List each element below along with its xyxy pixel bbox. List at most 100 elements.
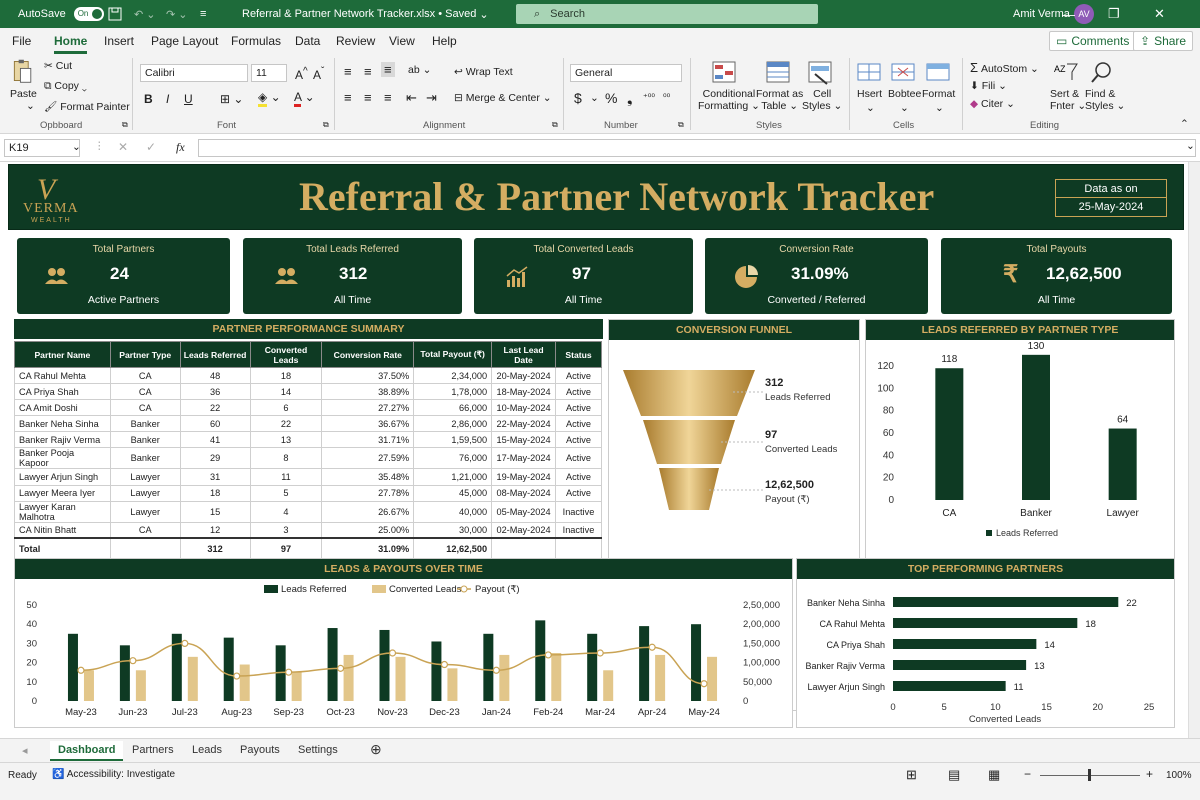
table-cell[interactable]: 31.71% xyxy=(321,431,415,449)
decrease-decimal-icon[interactable]: ⁰⁰ xyxy=(663,92,670,103)
table-cell[interactable]: 2,86,000 xyxy=(413,415,493,433)
zoom-slider-thumb[interactable] xyxy=(1088,769,1091,781)
table-row[interactable]: CA Amit Doshi CA 22 6 27.27% 66,000 10-May-202… xyxy=(14,399,603,417)
table-total-row[interactable]: Total 312 97 31.09% 12,62,500 xyxy=(14,537,603,559)
table-cell[interactable]: 14 xyxy=(249,383,323,401)
table-cell[interactable]: 38.89% xyxy=(321,383,415,401)
table-cell[interactable]: Banker Rajiv Verma xyxy=(14,431,111,449)
table-cell[interactable]: 10-May-2024 xyxy=(491,399,556,417)
table-cell[interactable]: 66,000 xyxy=(413,399,493,417)
table-cell[interactable]: 17-May-2024 xyxy=(491,447,556,470)
table-cell[interactable]: 27.78% xyxy=(321,484,415,502)
dropdown-icon[interactable]: ⌄ xyxy=(866,102,875,114)
table-cell[interactable]: Lawyer xyxy=(109,500,181,523)
table-cell[interactable]: 25.00% xyxy=(321,521,415,539)
fill-button[interactable]: ⬇ Fili ⌄ xyxy=(970,80,1007,92)
namebox-dropdown-icon[interactable]: ⌄ xyxy=(72,141,81,153)
increase-font-icon[interactable]: A^ xyxy=(295,66,308,82)
table-total-cell[interactable]: Total xyxy=(14,537,111,559)
tab-review[interactable]: Review xyxy=(336,34,375,48)
table-cell[interactable]: 4 xyxy=(249,500,323,523)
table-cell[interactable]: 27.27% xyxy=(321,399,415,417)
insert-cells-icon[interactable] xyxy=(856,60,882,86)
table-cell[interactable]: 1,21,000 xyxy=(413,468,493,486)
align-left-icon[interactable]: ≡ xyxy=(344,90,352,105)
share-button[interactable]: ⇪ Share xyxy=(1133,31,1194,51)
sort-filter-button[interactable]: Sert & Fnter ⌄ xyxy=(1050,88,1086,112)
table-cell[interactable]: Active xyxy=(554,383,603,401)
table-cell[interactable]: 60 xyxy=(179,415,251,433)
customize-qat-icon[interactable]: ≡ xyxy=(200,0,206,28)
table-row[interactable]: Lawyer Karan Malhotra Lawyer 15 4 26.67% 40,0… xyxy=(14,500,603,523)
table-total-cell[interactable] xyxy=(491,537,556,559)
fill-color-icon[interactable]: ◈ ⌄ xyxy=(258,90,281,107)
dropdown-icon[interactable]: ⌄ xyxy=(935,102,944,114)
table-cell[interactable]: Banker xyxy=(109,431,181,449)
cancel-icon[interactable]: ✕ xyxy=(118,140,128,154)
table-cell[interactable]: Lawyer Meera Iyer xyxy=(14,484,111,502)
column-header[interactable]: Converted Leads xyxy=(249,341,323,368)
column-header[interactable]: Last Lead Date xyxy=(491,341,556,368)
table-row[interactable]: Lawyer Meera Iyer Lawyer 18 5 27.78% 45,000 08… xyxy=(14,484,603,502)
merge-center-button[interactable]: ⊟ Merge & Center ⌄ xyxy=(454,92,552,104)
table-cell[interactable]: 26.67% xyxy=(321,500,415,523)
table-total-cell[interactable] xyxy=(554,537,603,559)
find-select-button[interactable]: Find & Styles ⌄ xyxy=(1085,88,1125,112)
table-cell[interactable]: CA xyxy=(109,383,181,401)
paste-icon[interactable] xyxy=(10,58,36,84)
table-cell[interactable]: Inactive xyxy=(554,500,603,523)
table-total-cell[interactable]: 12,62,500 xyxy=(413,537,493,559)
collapse-ribbon-icon[interactable]: ⌃ xyxy=(1180,118,1189,130)
table-cell[interactable]: Lawyer xyxy=(109,468,181,486)
format-as-table-icon[interactable] xyxy=(765,60,791,86)
percent-icon[interactable]: % xyxy=(605,90,617,106)
currency-dropdown-icon[interactable]: ⌄ xyxy=(590,92,599,104)
minimize-icon[interactable]: — xyxy=(1062,0,1108,28)
table-cell[interactable]: 36.67% xyxy=(321,415,415,433)
bold-icon[interactable]: B xyxy=(144,92,153,106)
autosave-toggle[interactable]: On xyxy=(73,7,104,21)
scroll-left-icon[interactable]: ◂ xyxy=(14,741,36,761)
table-cell[interactable]: 8 xyxy=(249,447,323,470)
number-format-select[interactable]: General xyxy=(570,64,682,82)
table-cell[interactable]: 15-May-2024 xyxy=(491,431,556,449)
table-cell[interactable]: CA Priya Shah xyxy=(14,383,111,401)
table-cell[interactable]: 11 xyxy=(249,468,323,486)
sheet-tab-partners[interactable]: Partners xyxy=(124,741,182,761)
zoom-in-icon[interactable]: + xyxy=(1146,767,1153,781)
decrease-indent-icon[interactable]: ⇤ xyxy=(406,90,417,106)
table-cell[interactable]: Active xyxy=(554,399,603,417)
table-cell[interactable]: 41 xyxy=(179,431,251,449)
table-cell[interactable]: 30,000 xyxy=(413,521,493,539)
table-cell[interactable]: 1,59,500 xyxy=(413,431,493,449)
name-box[interactable]: K19 xyxy=(4,139,80,157)
tab-file[interactable]: File xyxy=(12,34,31,48)
launcher-icon[interactable]: ⧉ xyxy=(323,120,329,130)
paste-button[interactable]: Paste xyxy=(10,88,37,100)
enter-icon[interactable]: ✓ xyxy=(146,140,156,154)
font-name-select[interactable]: Calibri xyxy=(140,64,248,82)
table-cell[interactable]: 22-May-2024 xyxy=(491,415,556,433)
vertical-scrollbar[interactable] xyxy=(1188,162,1200,738)
insert-cells-button[interactable]: Hsert xyxy=(857,88,882,100)
font-size-select[interactable]: 11 xyxy=(251,64,287,82)
column-header[interactable]: Leads Referred xyxy=(179,341,251,368)
clear-button[interactable]: ◆ Citer ⌄ xyxy=(970,98,1015,110)
table-cell[interactable]: Active xyxy=(554,484,603,502)
restore-icon[interactable]: ❐ xyxy=(1108,0,1154,28)
column-header[interactable]: Conversion Rate xyxy=(321,341,415,368)
table-cell[interactable]: 20-May-2024 xyxy=(491,366,556,385)
table-cell[interactable]: 15 xyxy=(179,500,251,523)
cell-styles-icon[interactable] xyxy=(807,60,833,86)
underline-icon[interactable]: U xyxy=(184,92,193,106)
tab-insert[interactable]: Insert xyxy=(104,34,134,48)
zoom-out-icon[interactable]: − xyxy=(1024,767,1031,781)
redo-icon[interactable]: ↷ ⌄ xyxy=(166,0,188,28)
table-cell[interactable]: Lawyer xyxy=(109,484,181,502)
align-bottom-icon[interactable]: ≡ xyxy=(381,62,395,77)
table-cell[interactable]: 02-May-2024 xyxy=(491,521,556,539)
table-cell[interactable]: Active xyxy=(554,431,603,449)
table-cell[interactable]: 12 xyxy=(179,521,251,539)
table-cell[interactable]: Banker Neha Sinha xyxy=(14,415,111,433)
table-cell[interactable]: 08-May-2024 xyxy=(491,484,556,502)
